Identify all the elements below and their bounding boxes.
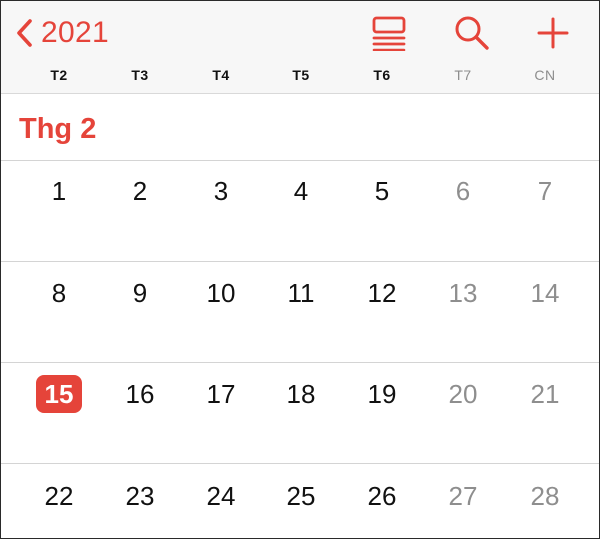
day-cell[interactable]: 26 (357, 477, 407, 515)
day-cell[interactable]: 8 (34, 274, 84, 312)
day-cell[interactable]: 18 (276, 375, 326, 413)
navigation-bar: 2021 T2 T3 T4 T5 T6 T7 CN (1, 1, 599, 94)
today-day-cell[interactable]: 15 (34, 375, 84, 413)
plus-icon (537, 17, 569, 49)
day-cell[interactable]: 2 (115, 172, 165, 210)
day-cell[interactable]: 3 (196, 172, 246, 210)
day-cell[interactable]: 10 (196, 274, 246, 312)
day-cell[interactable]: 9 (115, 274, 165, 312)
day-cell[interactable]: 7 (520, 172, 570, 210)
weekday-label: T6 (373, 67, 391, 83)
day-cell[interactable]: 20 (438, 375, 488, 413)
chevron-left-icon (17, 19, 32, 47)
day-cell[interactable]: 11 (276, 274, 326, 312)
weekday-label: T2 (50, 67, 68, 83)
week-divider (1, 463, 599, 464)
day-cell[interactable]: 22 (34, 477, 84, 515)
search-button[interactable] (451, 13, 493, 53)
weekday-header: T2 T3 T4 T5 T6 T7 CN (1, 63, 599, 89)
week-divider (1, 362, 599, 363)
list-view-icon (372, 16, 406, 51)
calendar-window: 2021 T2 T3 T4 T5 T6 T7 CN Thg 2 1 2 3 4 … (0, 0, 600, 539)
day-cell[interactable]: 16 (115, 375, 165, 413)
back-to-year-button[interactable]: 2021 (15, 13, 109, 53)
list-view-button[interactable] (368, 13, 410, 53)
day-cell[interactable]: 25 (276, 477, 326, 515)
weekday-label: T5 (292, 67, 310, 83)
weekday-label: T3 (131, 67, 149, 83)
search-icon (455, 16, 489, 50)
day-cell[interactable]: 14 (520, 274, 570, 312)
day-cell[interactable]: 13 (438, 274, 488, 312)
day-cell[interactable]: 27 (438, 477, 488, 515)
day-cell[interactable]: 5 (357, 172, 407, 210)
day-cell[interactable]: 17 (196, 375, 246, 413)
day-cell[interactable]: 4 (276, 172, 326, 210)
weekday-label: T4 (212, 67, 230, 83)
weekday-label: T7 (454, 67, 472, 83)
week-divider (1, 160, 599, 161)
add-event-button[interactable] (532, 13, 574, 53)
month-title: Thg 2 (19, 113, 97, 145)
day-cell[interactable]: 6 (438, 172, 488, 210)
day-cell[interactable]: 19 (357, 375, 407, 413)
day-cell[interactable]: 1 (34, 172, 84, 210)
day-cell[interactable]: 24 (196, 477, 246, 515)
day-cell[interactable]: 12 (357, 274, 407, 312)
weekday-label: CN (534, 67, 556, 83)
day-cell[interactable]: 21 (520, 375, 570, 413)
day-cell[interactable]: 28 (520, 477, 570, 515)
back-label: 2021 (41, 16, 109, 49)
day-cell[interactable]: 23 (115, 477, 165, 515)
week-divider (1, 261, 599, 262)
today-badge: 15 (36, 375, 82, 413)
